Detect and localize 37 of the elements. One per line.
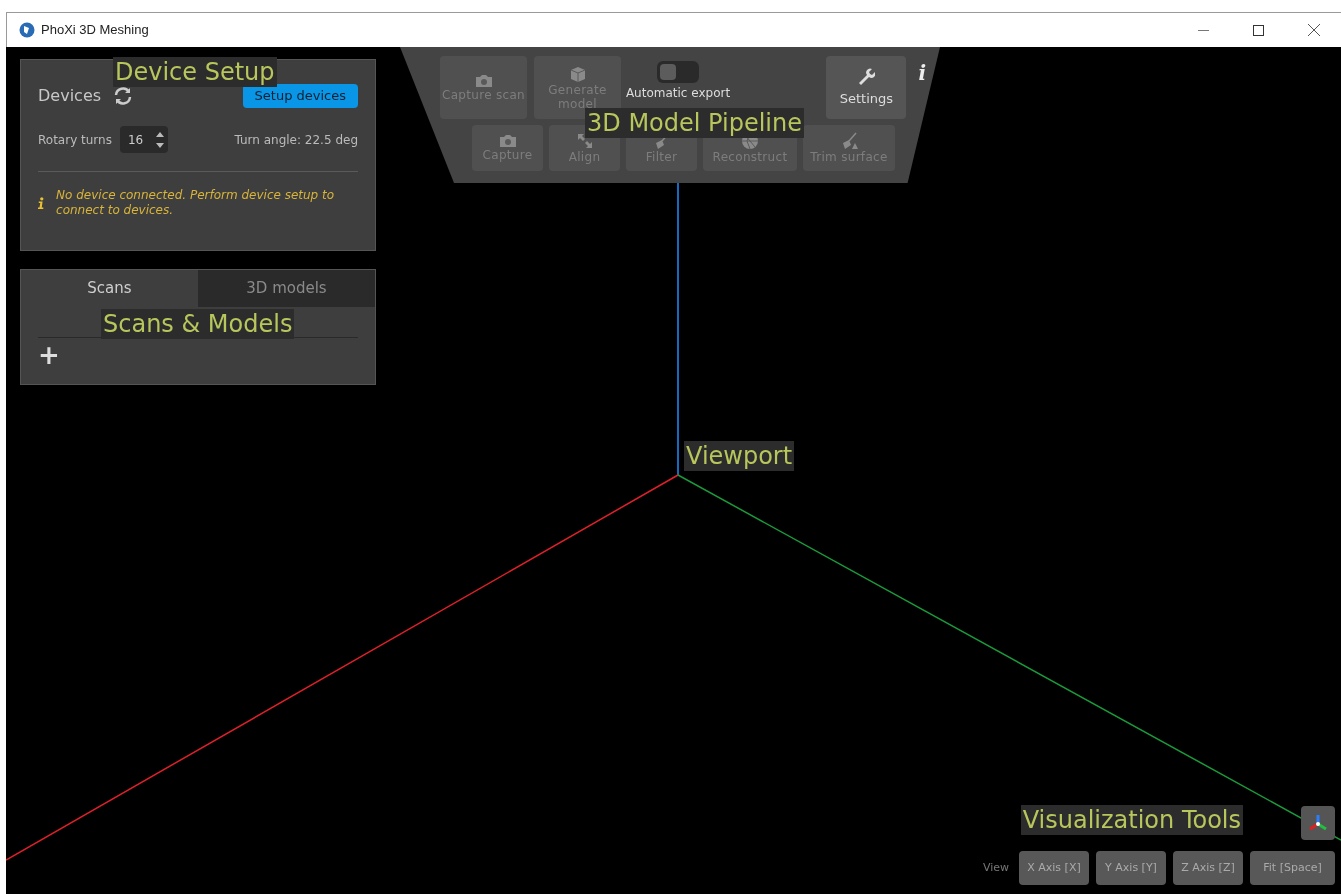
no-device-notice: No device connected. Perform device setup to connect to devices. [56, 188, 336, 218]
close-icon [1307, 24, 1320, 36]
app-logo-icon [19, 22, 35, 38]
maximize-icon [1253, 24, 1264, 36]
library-tab[interactable]: 3D models [198, 270, 375, 307]
window-title: PhoXi 3D Meshing [41, 21, 149, 40]
turn-angle-text: Turn angle: 22.5 deg [234, 131, 358, 149]
automatic-export-toggle[interactable] [657, 61, 699, 83]
arrows-icon [575, 132, 594, 150]
automatic-export-label: Automatic export [625, 87, 731, 100]
cube-icon [568, 64, 587, 83]
annotation-tooltip: Viewport [684, 441, 795, 471]
devices-heading: Devices [38, 85, 102, 107]
view-label: View [982, 859, 1009, 876]
info-icon [38, 195, 45, 211]
add-button[interactable]: + [38, 342, 60, 368]
setup-devices-button[interactable]: Setup devices [242, 84, 358, 108]
annotation-tooltip: 3D Model Pipeline [585, 108, 804, 138]
view-button[interactable]: Fit [Space] [1250, 851, 1335, 885]
rotary-turns-label: Rotary turns [38, 131, 112, 149]
brush-icon [840, 132, 858, 150]
annotation-tooltip: Scans & Models [101, 309, 295, 339]
camera-icon [498, 134, 517, 148]
view-button[interactable]: X Axis [X] [1019, 851, 1089, 885]
settings-button[interactable]: Settings [826, 56, 907, 119]
axes-gizmo-button[interactable] [1301, 806, 1335, 840]
camera-icon [474, 73, 493, 88]
rotary-turns-spinbox[interactable]: 16 [119, 126, 168, 153]
annotation-tooltip: Device Setup [113, 57, 277, 87]
refresh-icon[interactable] [113, 86, 134, 106]
minimize-icon [1198, 29, 1209, 31]
spin-arrows-icon[interactable] [155, 130, 164, 149]
info-button[interactable]: i [918, 58, 926, 88]
wrench-icon [857, 66, 876, 85]
view-button[interactable]: Z Axis [Z] [1173, 851, 1243, 885]
view-button[interactable]: Y Axis [Y] [1096, 851, 1166, 885]
annotation-tooltip: Visualization Tools [1020, 805, 1243, 835]
